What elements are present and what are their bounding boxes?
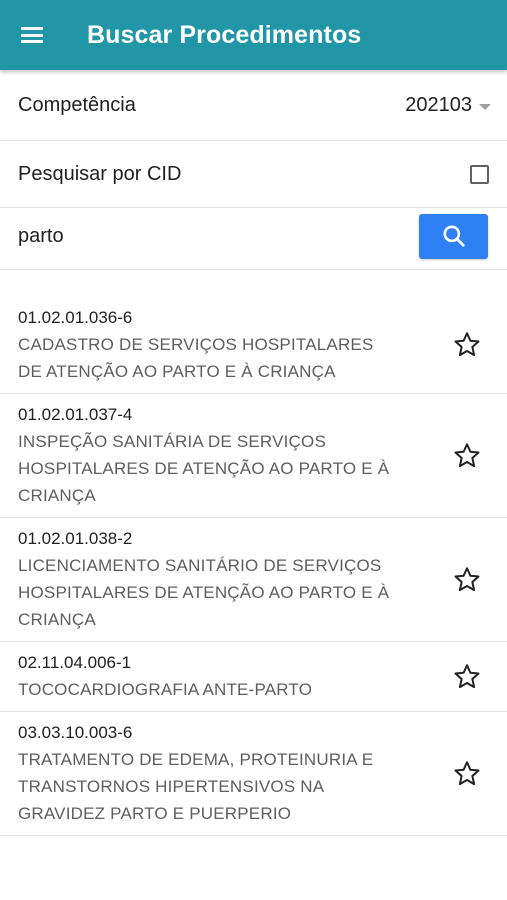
app-screen: Buscar Procedimentos Competência 202103 … <box>0 0 507 900</box>
competencia-row: Competência 202103 <box>0 71 507 141</box>
procedure-description: TOCOCARDIOGRAFIA ANTE-PARTO <box>18 680 313 699</box>
cid-label: Pesquisar por CID <box>18 162 182 185</box>
results-list: 01.02.01.036-6 CADASTRO DE SERVIÇOS HOSP… <box>0 297 507 836</box>
search-input[interactable] <box>18 225 419 248</box>
hamburger-menu-icon <box>21 27 43 43</box>
result-item[interactable]: 03.03.10.003-6 TRATAMENTO DE EDEMA, PROT… <box>0 712 507 836</box>
menu-button[interactable] <box>0 0 70 70</box>
caret-down-icon <box>479 103 491 110</box>
procedure-code: 03.03.10.003-6 <box>18 723 133 742</box>
search-row <box>0 208 507 270</box>
procedure-code: 01.02.01.038-2 <box>18 529 133 548</box>
cid-checkbox[interactable] <box>470 164 489 184</box>
star-outline-icon <box>454 566 480 591</box>
result-item[interactable]: 01.02.01.037-4 INSPEÇÃO SANITÁRIA DE SER… <box>0 394 507 518</box>
favorite-button[interactable] <box>447 325 487 365</box>
procedure-code: 01.02.01.036-6 <box>18 308 133 327</box>
result-text: 02.11.04.006-1 TOCOCARDIOGRAFIA ANTE-PAR… <box>18 650 398 703</box>
procedure-description: CADASTRO DE SERVIÇOS HOSPITALARES DE ATE… <box>18 335 374 381</box>
procedure-description: TRATAMENTO DE EDEMA, PROTEINURIA E TRANS… <box>18 750 374 823</box>
procedure-code: 02.11.04.006-1 <box>18 653 132 672</box>
app-bar: Buscar Procedimentos <box>0 0 507 70</box>
star-outline-icon <box>454 332 480 357</box>
competencia-value: 202103 <box>405 94 472 116</box>
favorite-button[interactable] <box>447 560 487 600</box>
result-text: 01.02.01.036-6 CADASTRO DE SERVIÇOS HOSP… <box>18 305 398 385</box>
procedure-code: 01.02.01.037-4 <box>18 405 133 424</box>
star-outline-icon <box>454 663 480 688</box>
favorite-button[interactable] <box>447 754 487 794</box>
procedure-description: INSPEÇÃO SANITÁRIA DE SERVIÇOS HOSPITALA… <box>18 432 390 505</box>
procedure-description: LICENCIAMENTO SANITÁRIO DE SERVIÇOS HOSP… <box>18 556 390 629</box>
result-text: 03.03.10.003-6 TRATAMENTO DE EDEMA, PROT… <box>18 720 398 827</box>
favorite-button[interactable] <box>447 657 487 697</box>
search-icon <box>442 225 465 247</box>
result-text: 01.02.01.037-4 INSPEÇÃO SANITÁRIA DE SER… <box>18 402 398 509</box>
competencia-select[interactable]: 202103 <box>405 94 491 117</box>
favorite-button[interactable] <box>447 436 487 476</box>
page-title: Buscar Procedimentos <box>87 20 362 49</box>
search-button[interactable] <box>419 213 488 259</box>
result-item[interactable]: 02.11.04.006-1 TOCOCARDIOGRAFIA ANTE-PAR… <box>0 642 507 712</box>
result-text: 01.02.01.038-2 LICENCIAMENTO SANITÁRIO D… <box>18 526 398 633</box>
star-outline-icon <box>454 442 480 467</box>
competencia-label: Competência <box>18 94 136 116</box>
result-item[interactable]: 01.02.01.036-6 CADASTRO DE SERVIÇOS HOSP… <box>0 297 507 394</box>
result-item[interactable]: 01.02.01.038-2 LICENCIAMENTO SANITÁRIO D… <box>0 518 507 642</box>
star-outline-icon <box>454 760 480 785</box>
cid-row: Pesquisar por CID <box>0 141 507 208</box>
